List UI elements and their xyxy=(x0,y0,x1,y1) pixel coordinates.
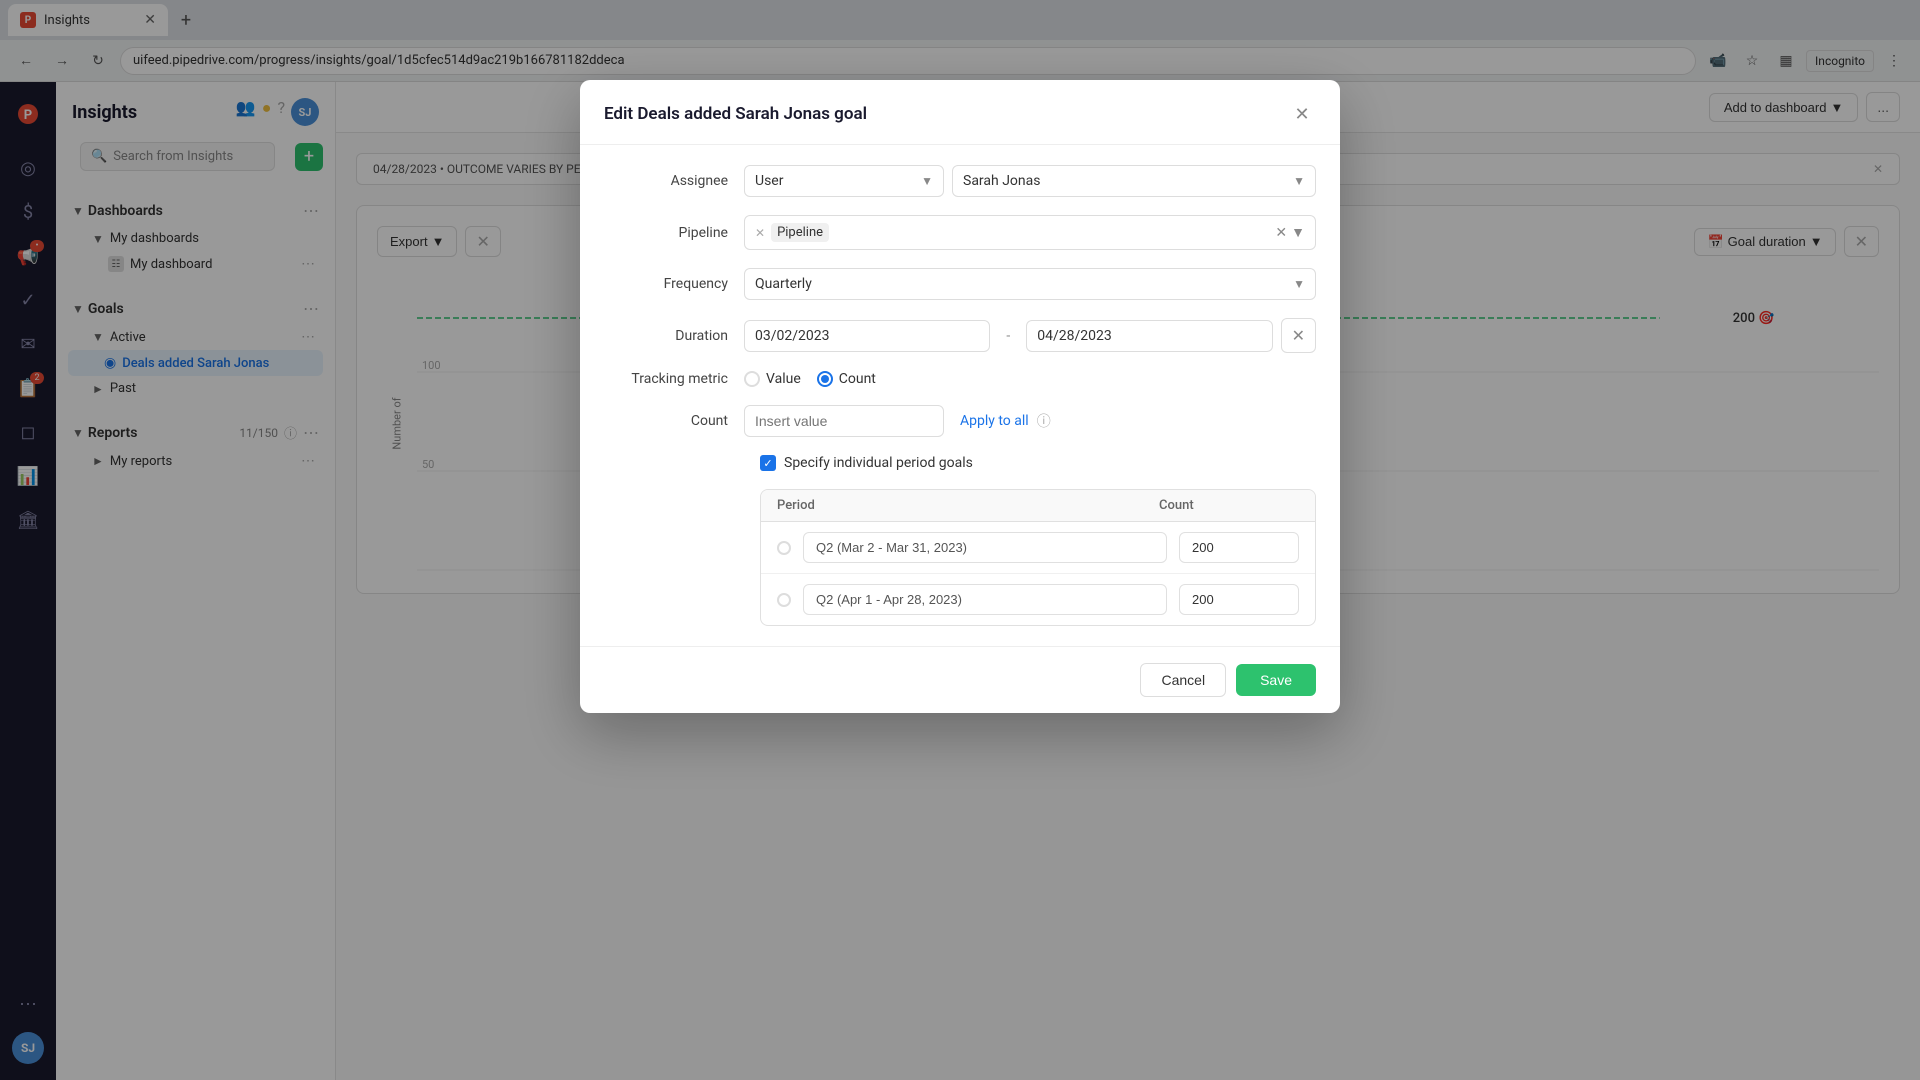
radio-value[interactable]: Value xyxy=(744,371,801,387)
assignee-label: Assignee xyxy=(604,173,744,189)
tracking-metric-field: Value Count xyxy=(744,371,1316,387)
frequency-label: Frequency xyxy=(604,276,744,292)
date-range-separator: - xyxy=(998,328,1018,344)
period-row-1-radio[interactable] xyxy=(777,593,791,607)
pipeline-row: Pipeline ✕ Pipeline ✕ ▼ xyxy=(604,215,1316,250)
radio-count[interactable]: Count xyxy=(817,371,876,387)
save-button[interactable]: Save xyxy=(1236,664,1316,696)
modal-title: Edit Deals added Sarah Jonas goal xyxy=(604,104,867,124)
duration-row: Duration 03/02/2023 - 04/28/2023 ✕ xyxy=(604,318,1316,353)
period-row-1-date[interactable] xyxy=(803,584,1167,615)
radio-count-circle xyxy=(817,371,833,387)
apply-info-icon[interactable]: ⓘ xyxy=(1037,411,1051,431)
pipeline-select[interactable]: ✕ Pipeline ✕ ▼ xyxy=(744,215,1316,250)
modal-overlay: Edit Deals added Sarah Jonas goal ✕ Assi… xyxy=(0,0,1920,1080)
period-row-0-date[interactable] xyxy=(803,532,1167,563)
cancel-button[interactable]: Cancel xyxy=(1140,663,1226,697)
modal-close-button[interactable]: ✕ xyxy=(1288,100,1316,128)
period-row-0-radio[interactable] xyxy=(777,541,791,555)
assignee-name-select[interactable]: Sarah Jonas ▼ xyxy=(952,165,1316,197)
frequency-arrow-icon: ▼ xyxy=(1293,277,1305,291)
tracking-metric-row: Tracking metric Value Count xyxy=(604,371,1316,387)
frequency-row: Frequency Quarterly ▼ xyxy=(604,268,1316,300)
specify-individual-row: ✓ Specify individual period goals xyxy=(604,455,1316,471)
edit-goal-modal: Edit Deals added Sarah Jonas goal ✕ Assi… xyxy=(580,80,1340,713)
radio-value-label: Value xyxy=(766,371,801,387)
assignee-type-arrow-icon: ▼ xyxy=(921,174,933,188)
apply-to-all-button[interactable]: Apply to all xyxy=(960,413,1029,429)
radio-value-circle xyxy=(744,371,760,387)
pipeline-tag-value: Pipeline xyxy=(777,225,823,240)
assignee-row: Assignee User ▼ Sarah Jonas ▼ xyxy=(604,165,1316,197)
duration-end-input[interactable]: 04/28/2023 xyxy=(1026,320,1272,352)
assignee-type-value: User xyxy=(755,173,783,189)
modal-footer: Cancel Save xyxy=(580,646,1340,713)
period-col-header-period: Period xyxy=(777,498,1159,513)
count-input[interactable] xyxy=(744,405,944,437)
frequency-field: Quarterly ▼ xyxy=(744,268,1316,300)
pipeline-tag-x-icon: ✕ xyxy=(755,226,765,240)
duration-clear-button[interactable]: ✕ xyxy=(1281,318,1316,353)
period-col-header-count: Count xyxy=(1159,498,1299,513)
period-row-1-count[interactable] xyxy=(1179,584,1299,615)
pipeline-clear-x-icon: ✕ xyxy=(1275,225,1287,241)
period-row-0 xyxy=(761,522,1315,574)
period-table: Period Count xyxy=(760,489,1316,626)
duration-end-value: 04/28/2023 xyxy=(1037,328,1112,344)
assignee-name-arrow-icon: ▼ xyxy=(1293,174,1305,188)
duration-clear-icon: ✕ xyxy=(1292,326,1305,345)
count-label: Count xyxy=(604,413,744,429)
pipeline-tag: Pipeline xyxy=(771,223,829,242)
frequency-value: Quarterly xyxy=(755,276,812,292)
pipeline-label: Pipeline xyxy=(604,225,744,241)
tracking-metric-radio-group: Value Count xyxy=(744,371,876,387)
period-row-1 xyxy=(761,574,1315,625)
duration-field: 03/02/2023 - 04/28/2023 ✕ xyxy=(744,318,1316,353)
assignee-field: User ▼ Sarah Jonas ▼ xyxy=(744,165,1316,197)
duration-start-value: 03/02/2023 xyxy=(755,328,830,344)
assignee-type-select[interactable]: User ▼ xyxy=(744,165,944,197)
pipeline-clear-button[interactable]: ✕ ▼ xyxy=(1275,224,1305,241)
count-field: Apply to all ⓘ xyxy=(744,405,1316,437)
modal-header: Edit Deals added Sarah Jonas goal ✕ xyxy=(580,80,1340,145)
duration-start-input[interactable]: 03/02/2023 xyxy=(744,320,990,352)
tracking-metric-label: Tracking metric xyxy=(604,371,744,387)
period-table-header: Period Count xyxy=(761,490,1315,522)
modal-body: Assignee User ▼ Sarah Jonas ▼ Pipeline xyxy=(580,145,1340,646)
period-row-0-count[interactable] xyxy=(1179,532,1299,563)
pipeline-field-container: ✕ Pipeline ✕ ▼ xyxy=(744,215,1316,250)
assignee-name-value: Sarah Jonas xyxy=(963,173,1040,189)
specify-individual-checkbox[interactable]: ✓ xyxy=(760,455,776,471)
duration-label: Duration xyxy=(604,328,744,344)
radio-count-label: Count xyxy=(839,371,876,387)
pipeline-dropdown-icon: ▼ xyxy=(1291,224,1305,241)
specify-individual-label: Specify individual period goals xyxy=(784,455,973,471)
count-row: Count Apply to all ⓘ xyxy=(604,405,1316,437)
frequency-select[interactable]: Quarterly ▼ xyxy=(744,268,1316,300)
